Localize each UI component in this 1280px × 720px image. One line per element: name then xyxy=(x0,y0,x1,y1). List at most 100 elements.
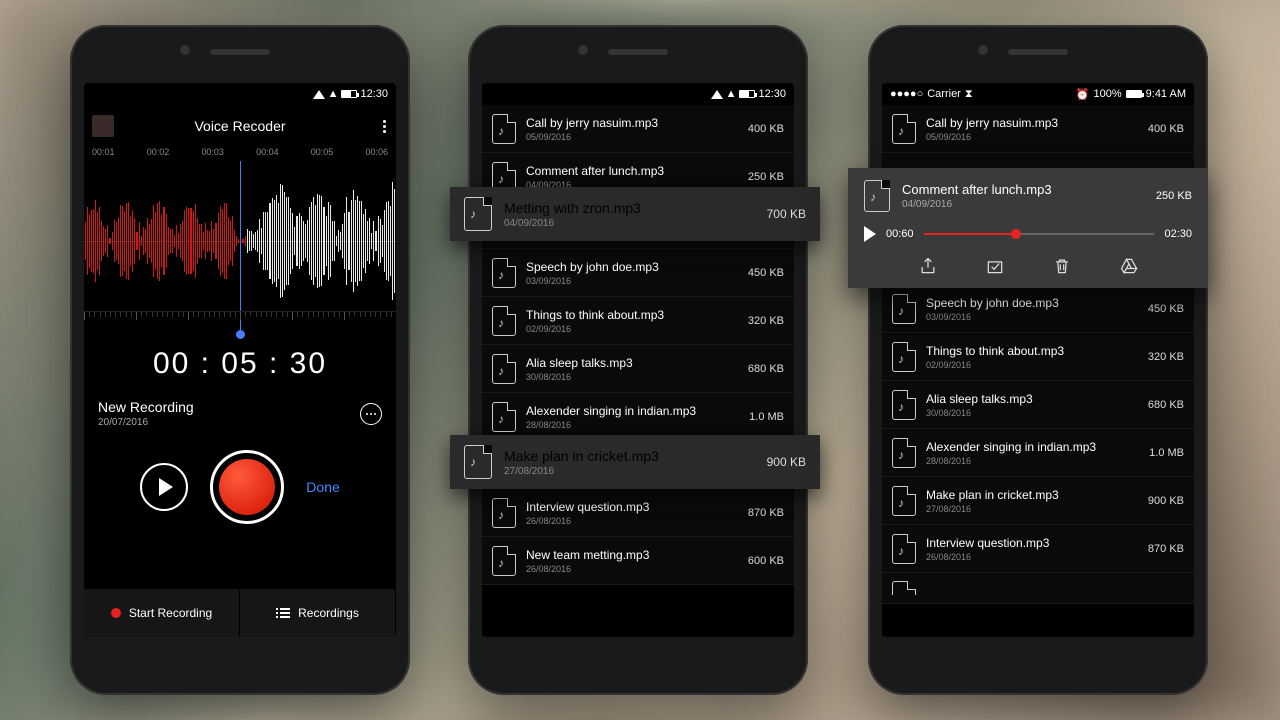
file-name: Alexender singing in indian.mp3 xyxy=(926,440,1139,454)
file-row[interactable] xyxy=(882,573,1194,604)
file-date: 27/08/2016 xyxy=(926,504,1138,514)
audio-file-icon: ♪ xyxy=(892,534,916,564)
audio-file-icon xyxy=(892,581,916,595)
file-row[interactable]: ♪ Things to think about.mp3 02/09/2016 3… xyxy=(482,297,794,345)
trash-icon[interactable] xyxy=(1052,256,1072,276)
audio-file-icon: ♪ xyxy=(464,445,492,479)
file-date: 30/08/2016 xyxy=(926,408,1138,418)
elapsed-time: 00 : 05 : 30 xyxy=(84,347,396,381)
file-row-highlighted[interactable]: ♪ Metting with zron.mp3 04/09/2016 700 K… xyxy=(450,187,820,241)
file-row[interactable]: ♪ Speech by john doe.mp3 03/09/2016 450 … xyxy=(482,249,794,297)
file-size: 680 KB xyxy=(748,363,784,375)
alarm-icon: ⏰ xyxy=(1076,88,1090,101)
file-size: 900 KB xyxy=(1148,495,1184,507)
recording-name: New Recording xyxy=(98,399,194,415)
audio-file-icon: ♪ xyxy=(892,438,916,468)
file-size: 600 KB xyxy=(748,555,784,567)
now-playing-card: ♪ Comment after lunch.mp3 04/09/2016 250… xyxy=(848,168,1208,288)
wifi-icon xyxy=(711,90,723,99)
audio-file-icon: ♪ xyxy=(492,498,516,528)
more-options-button[interactable] xyxy=(360,403,382,425)
file-row[interactable]: ♪ Alexender singing in indian.mp3 28/08/… xyxy=(882,429,1194,477)
file-date: 05/09/2016 xyxy=(926,132,1138,142)
file-name: Alia sleep talks.mp3 xyxy=(926,392,1138,406)
file-date: 05/09/2016 xyxy=(526,132,738,142)
audio-file-icon: ♪ xyxy=(492,402,516,432)
file-date: 28/08/2016 xyxy=(526,420,739,430)
audio-file-icon: ♪ xyxy=(892,342,916,372)
waveform[interactable] xyxy=(84,161,396,321)
signal-icon: ▲ xyxy=(328,88,339,100)
file-name: Call by jerry nasuim.mp3 xyxy=(926,116,1138,130)
recordings-tab[interactable]: Recordings xyxy=(240,589,396,637)
file-size: 450 KB xyxy=(1148,303,1184,315)
player-total-time: 02:30 xyxy=(1164,228,1192,240)
edit-icon[interactable] xyxy=(985,256,1005,276)
play-icon xyxy=(159,478,173,496)
audio-file-icon: ♪ xyxy=(492,546,516,576)
drive-icon[interactable] xyxy=(1119,256,1139,276)
file-row[interactable]: ♪ New team metting.mp3 26/08/2016 600 KB xyxy=(482,537,794,585)
overflow-menu-icon[interactable] xyxy=(383,120,386,133)
file-row[interactable]: ♪ Alexender singing in indian.mp3 28/08/… xyxy=(482,393,794,441)
playhead[interactable] xyxy=(240,161,241,335)
file-date: 26/08/2016 xyxy=(526,564,738,574)
signal-dots-icon: ●●●●○ xyxy=(890,88,923,100)
file-size: 450 KB xyxy=(748,267,784,279)
audio-file-icon: ♪ xyxy=(892,114,916,144)
play-button[interactable] xyxy=(140,463,188,511)
record-button[interactable] xyxy=(210,450,284,524)
file-name: Interview question.mp3 xyxy=(526,500,738,514)
file-name: Things to think about.mp3 xyxy=(926,344,1138,358)
file-row[interactable]: ♪ Call by jerry nasuim.mp3 05/09/2016 40… xyxy=(882,105,1194,153)
file-row[interactable]: ♪ Interview question.mp3 26/08/2016 870 … xyxy=(482,489,794,537)
done-button[interactable]: Done xyxy=(306,479,339,495)
status-bar: ▲ 12:30 xyxy=(482,83,794,105)
audio-file-icon: ♪ xyxy=(864,180,890,212)
file-row[interactable]: ♪ Interview question.mp3 26/08/2016 870 … xyxy=(882,525,1194,573)
file-row[interactable]: ♪ Things to think about.mp3 02/09/2016 3… xyxy=(882,333,1194,381)
file-name: Alexender singing in indian.mp3 xyxy=(526,404,739,418)
player-track-size: 250 KB xyxy=(1156,190,1192,202)
file-date: 03/09/2016 xyxy=(526,276,738,286)
status-bar: ●●●●○ Carrier ⧗ ⏰ 100% 9:41 AM xyxy=(882,83,1194,105)
audio-file-icon: ♪ xyxy=(892,486,916,516)
status-time: 12:30 xyxy=(360,88,388,100)
file-name: Things to think about.mp3 xyxy=(526,308,738,322)
record-dot-icon xyxy=(111,608,121,618)
seek-bar[interactable] xyxy=(924,233,1155,235)
wifi-icon: ⧗ xyxy=(965,88,973,101)
list-icon xyxy=(276,608,290,618)
file-size: 320 KB xyxy=(1148,351,1184,363)
file-name: Speech by john doe.mp3 xyxy=(526,260,738,274)
battery-icon xyxy=(341,90,357,98)
file-size: 400 KB xyxy=(1148,123,1184,135)
file-date: 28/08/2016 xyxy=(926,456,1139,466)
file-name: Interview question.mp3 xyxy=(926,536,1138,550)
waveform-time-ruler: 00:01 00:02 00:03 00:04 00:05 00:06 xyxy=(84,147,396,157)
file-row[interactable]: ♪ Alia sleep talks.mp3 30/08/2016 680 KB xyxy=(482,345,794,393)
file-row[interactable]: ♪ Alia sleep talks.mp3 30/08/2016 680 KB xyxy=(882,381,1194,429)
file-row-highlighted[interactable]: ♪ Make plan in cricket.mp3 27/08/2016 90… xyxy=(450,435,820,489)
file-size: 1.0 MB xyxy=(1149,447,1184,459)
status-time: 12:30 xyxy=(758,88,786,100)
file-size: 870 KB xyxy=(748,507,784,519)
file-size: 680 KB xyxy=(1148,399,1184,411)
file-size: 870 KB xyxy=(1148,543,1184,555)
signal-icon: ▲ xyxy=(726,88,737,100)
file-row[interactable]: ♪ Speech by john doe.mp3 03/09/2016 450 … xyxy=(882,285,1194,333)
file-name: Call by jerry nasuim.mp3 xyxy=(526,116,738,130)
play-button[interactable] xyxy=(864,226,876,242)
file-row[interactable]: ♪ Make plan in cricket.mp3 27/08/2016 90… xyxy=(882,477,1194,525)
share-icon[interactable] xyxy=(918,256,938,276)
file-row[interactable]: ♪ Call by jerry nasuim.mp3 05/09/2016 40… xyxy=(482,105,794,153)
file-name: Make plan in cricket.mp3 xyxy=(926,488,1138,502)
status-time: 9:41 AM xyxy=(1146,88,1186,100)
file-name: New team metting.mp3 xyxy=(526,548,738,562)
file-date: 26/08/2016 xyxy=(526,516,738,526)
battery-icon xyxy=(739,90,755,98)
start-recording-tab[interactable]: Start Recording xyxy=(84,589,240,637)
audio-file-icon: ♪ xyxy=(492,114,516,144)
app-thumbnail[interactable] xyxy=(92,115,114,137)
audio-file-icon: ♪ xyxy=(492,258,516,288)
